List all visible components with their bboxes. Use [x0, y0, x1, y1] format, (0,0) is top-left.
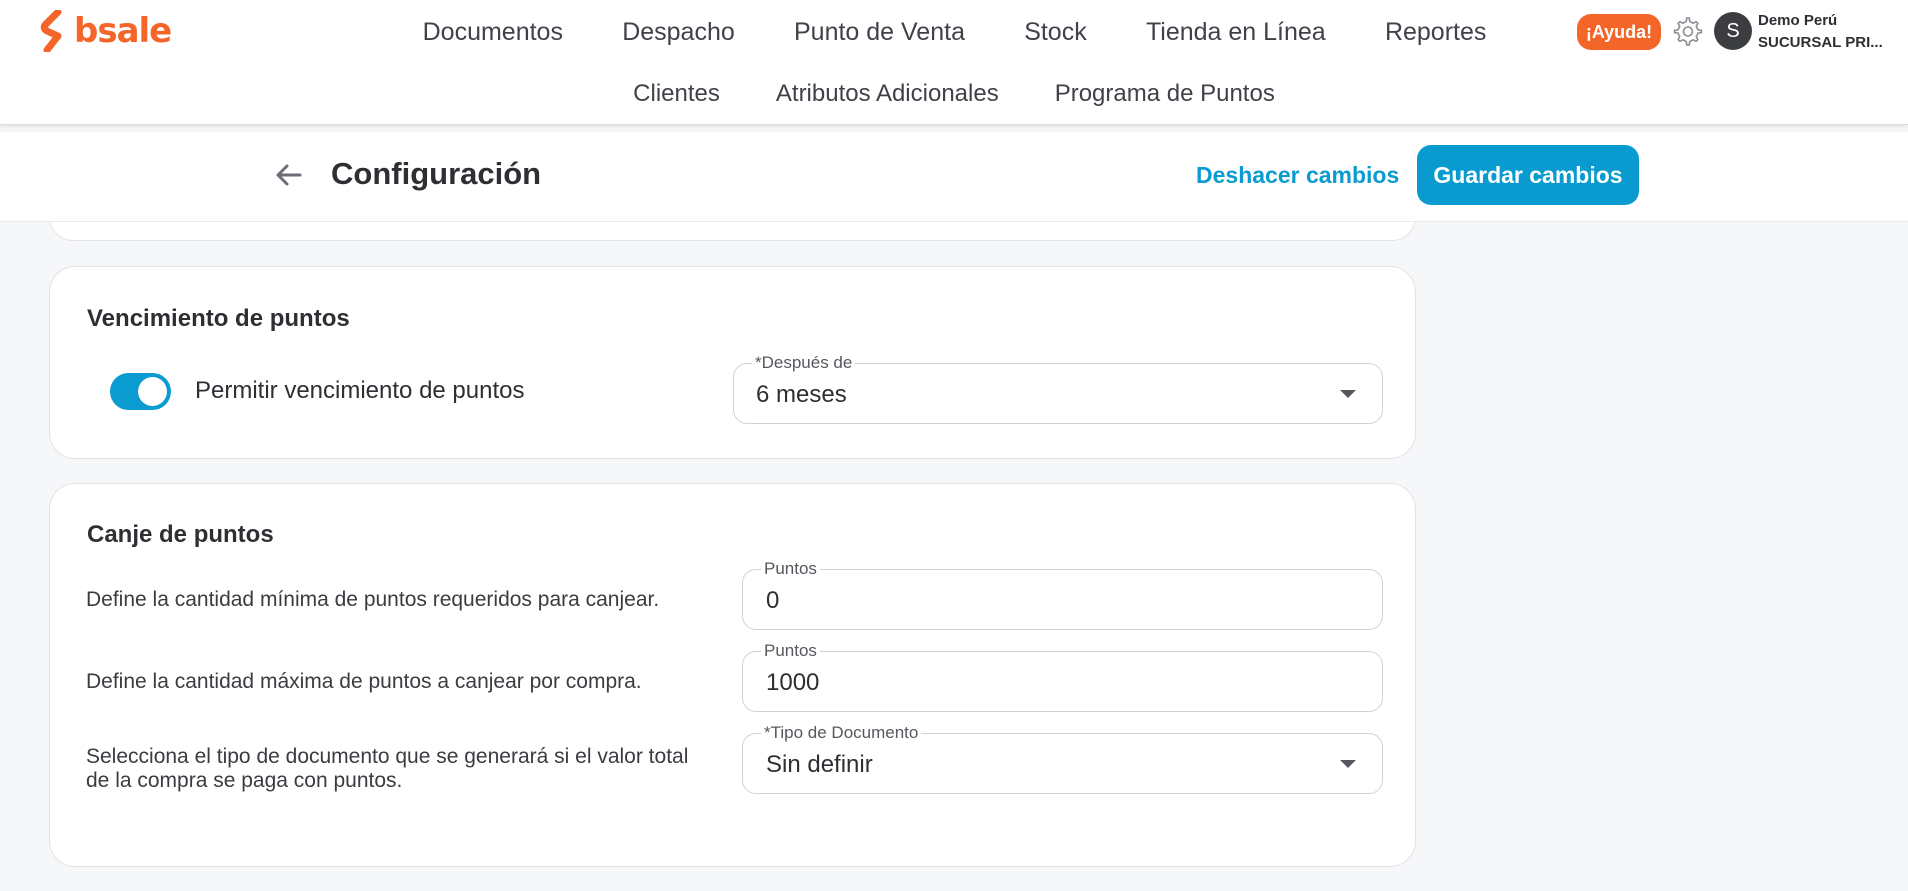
min-points-description: Define la cantidad mínima de puntos requ…: [86, 588, 660, 611]
nav-documentos[interactable]: Documentos: [423, 18, 563, 47]
document-type-description-line2: de la compra se paga con puntos.: [86, 769, 403, 792]
bsale-logo-icon: [40, 10, 62, 52]
avatar[interactable]: S: [1714, 12, 1752, 50]
expiration-toggle[interactable]: [110, 373, 171, 410]
document-type-label: *Tipo de Documento: [761, 724, 922, 742]
gear-icon[interactable]: [1671, 15, 1703, 47]
toggle-knob: [138, 377, 167, 406]
undo-changes-button[interactable]: Deshacer cambios: [1196, 162, 1399, 189]
back-arrow-icon[interactable]: [272, 158, 306, 192]
chevron-down-icon: [1340, 390, 1356, 398]
max-points-input[interactable]: Puntos 1000: [742, 642, 1383, 712]
nav-reportes[interactable]: Reportes: [1385, 18, 1486, 47]
expiration-title: Vencimiento de puntos: [87, 305, 350, 332]
document-type-description-line1: Selecciona el tipo de documento que se g…: [86, 745, 689, 768]
subnav-programa-de-puntos[interactable]: Programa de Puntos: [1055, 80, 1275, 108]
expiration-period-value: 6 meses: [756, 381, 847, 408]
min-points-input[interactable]: Puntos 0: [742, 560, 1383, 630]
sub-navigation-bar: Clientes Atributos Adicionales Programa …: [0, 63, 1908, 125]
nav-stock[interactable]: Stock: [1024, 18, 1087, 47]
max-points-value: 1000: [766, 669, 820, 696]
save-changes-button[interactable]: Guardar cambios: [1417, 145, 1639, 205]
page-header: Configuración Deshacer cambios Guardar c…: [0, 132, 1908, 222]
subnav-clientes[interactable]: Clientes: [633, 80, 720, 108]
redeem-card: Canje de puntos Define la cantidad mínim…: [49, 483, 1416, 867]
expiration-card: Vencimiento de puntos Permitir vencimien…: [49, 266, 1416, 459]
top-navigation-bar: bsale Documentos Despacho Punto de Venta…: [0, 0, 1908, 66]
user-branch: SUCURSAL PRI...: [1758, 34, 1883, 51]
max-points-description: Define la cantidad máxima de puntos a ca…: [86, 670, 642, 693]
expiration-period-select[interactable]: *Después de 6 meses: [733, 354, 1383, 424]
help-button[interactable]: ¡Ayuda!: [1577, 14, 1661, 50]
document-type-description: Selecciona el tipo de documento que se g…: [86, 745, 688, 793]
page-title: Configuración: [331, 156, 542, 191]
user-name: Demo Perú: [1758, 12, 1838, 29]
expiration-toggle-label: Permitir vencimiento de puntos: [195, 377, 525, 404]
expiration-period-label: *Después de: [752, 354, 856, 372]
main-nav: Documentos Despacho Punto de Venta Stock…: [369, 0, 1540, 66]
min-points-value: 0: [766, 587, 780, 614]
bsale-logo-text: bsale: [74, 11, 172, 51]
document-type-value: Sin definir: [766, 751, 873, 778]
max-points-label: Puntos: [761, 642, 820, 660]
min-points-label: Puntos: [761, 560, 820, 578]
redeem-title: Canje de puntos: [87, 521, 274, 548]
nav-despacho[interactable]: Despacho: [622, 18, 735, 47]
bsale-logo[interactable]: bsale: [38, 10, 172, 52]
document-type-select[interactable]: *Tipo de Documento Sin definir: [742, 724, 1383, 794]
chevron-down-icon: [1340, 760, 1356, 768]
subnav-atributos-adicionales[interactable]: Atributos Adicionales: [776, 80, 999, 108]
nav-punto-de-venta[interactable]: Punto de Venta: [794, 18, 965, 47]
nav-tienda-en-linea[interactable]: Tienda en Línea: [1146, 18, 1326, 47]
user-info[interactable]: Demo Perú SUCURSAL PRI...: [1758, 10, 1883, 54]
